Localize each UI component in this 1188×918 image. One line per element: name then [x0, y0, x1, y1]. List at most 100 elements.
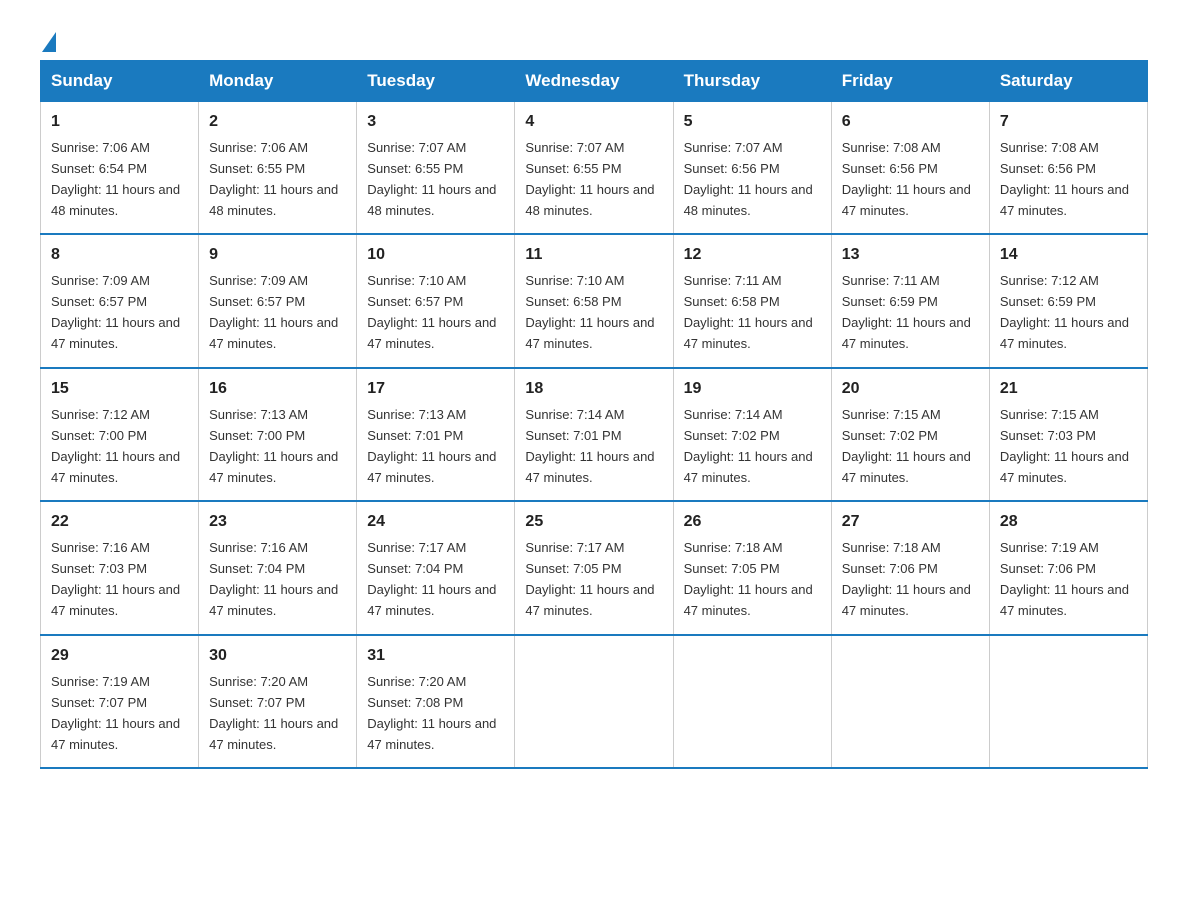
day-number: 11 [525, 243, 662, 268]
day-cell: 28 Sunrise: 7:19 AMSunset: 7:06 PMDayligh… [989, 501, 1147, 634]
day-info: Sunrise: 7:08 AMSunset: 6:56 PMDaylight:… [842, 140, 971, 218]
day-info: Sunrise: 7:14 AMSunset: 7:01 PMDaylight:… [525, 407, 654, 485]
day-number: 18 [525, 377, 662, 402]
day-cell: 26 Sunrise: 7:18 AMSunset: 7:05 PMDayligh… [673, 501, 831, 634]
day-info: Sunrise: 7:09 AMSunset: 6:57 PMDaylight:… [209, 273, 338, 351]
day-number: 15 [51, 377, 188, 402]
day-info: Sunrise: 7:10 AMSunset: 6:58 PMDaylight:… [525, 273, 654, 351]
day-cell [673, 635, 831, 768]
week-row: 22 Sunrise: 7:16 AMSunset: 7:03 PMDayligh… [41, 501, 1148, 634]
day-cell: 8 Sunrise: 7:09 AMSunset: 6:57 PMDaylight… [41, 234, 199, 367]
logo [40, 30, 58, 50]
day-cell: 30 Sunrise: 7:20 AMSunset: 7:07 PMDayligh… [199, 635, 357, 768]
day-info: Sunrise: 7:20 AMSunset: 7:07 PMDaylight:… [209, 674, 338, 752]
day-cell: 29 Sunrise: 7:19 AMSunset: 7:07 PMDayligh… [41, 635, 199, 768]
col-header-wednesday: Wednesday [515, 61, 673, 102]
day-info: Sunrise: 7:15 AMSunset: 7:02 PMDaylight:… [842, 407, 971, 485]
col-header-monday: Monday [199, 61, 357, 102]
day-number: 5 [684, 110, 821, 135]
day-number: 9 [209, 243, 346, 268]
day-cell: 17 Sunrise: 7:13 AMSunset: 7:01 PMDayligh… [357, 368, 515, 501]
day-number: 30 [209, 644, 346, 669]
day-cell: 27Sunrise: 7:18 AMSunset: 7:06 PMDayligh… [831, 501, 989, 634]
day-number: 1 [51, 110, 188, 135]
day-number: 16 [209, 377, 346, 402]
header-row: SundayMondayTuesdayWednesdayThursdayFrid… [41, 61, 1148, 102]
day-number: 10 [367, 243, 504, 268]
day-cell: 15 Sunrise: 7:12 AMSunset: 7:00 PMDayligh… [41, 368, 199, 501]
col-header-friday: Friday [831, 61, 989, 102]
day-info: Sunrise: 7:11 AMSunset: 6:58 PMDaylight:… [684, 273, 813, 351]
day-number: 12 [684, 243, 821, 268]
day-cell: 21Sunrise: 7:15 AMSunset: 7:03 PMDayligh… [989, 368, 1147, 501]
day-number: 7 [1000, 110, 1137, 135]
day-info: Sunrise: 7:17 AMSunset: 7:05 PMDaylight:… [525, 540, 654, 618]
day-cell: 31 Sunrise: 7:20 AMSunset: 7:08 PMDayligh… [357, 635, 515, 768]
day-cell: 20 Sunrise: 7:15 AMSunset: 7:02 PMDayligh… [831, 368, 989, 501]
day-number: 26 [684, 510, 821, 535]
day-cell: 23 Sunrise: 7:16 AMSunset: 7:04 PMDayligh… [199, 501, 357, 634]
day-info: Sunrise: 7:18 AMSunset: 7:05 PMDaylight:… [684, 540, 813, 618]
day-info: Sunrise: 7:12 AMSunset: 7:00 PMDaylight:… [51, 407, 180, 485]
day-info: Sunrise: 7:13 AMSunset: 7:00 PMDaylight:… [209, 407, 338, 485]
day-info: Sunrise: 7:16 AMSunset: 7:04 PMDaylight:… [209, 540, 338, 618]
day-number: 8 [51, 243, 188, 268]
day-number: 2 [209, 110, 346, 135]
day-info: Sunrise: 7:10 AMSunset: 6:57 PMDaylight:… [367, 273, 496, 351]
day-cell [515, 635, 673, 768]
week-row: 1 Sunrise: 7:06 AMSunset: 6:54 PMDaylight… [41, 102, 1148, 235]
week-row: 15 Sunrise: 7:12 AMSunset: 7:00 PMDayligh… [41, 368, 1148, 501]
day-number: 25 [525, 510, 662, 535]
day-cell [831, 635, 989, 768]
day-cell: 9 Sunrise: 7:09 AMSunset: 6:57 PMDaylight… [199, 234, 357, 367]
col-header-saturday: Saturday [989, 61, 1147, 102]
day-info: Sunrise: 7:07 AMSunset: 6:55 PMDaylight:… [367, 140, 496, 218]
day-number: 13 [842, 243, 979, 268]
day-number: 14 [1000, 243, 1137, 268]
day-number: 19 [684, 377, 821, 402]
day-cell [989, 635, 1147, 768]
day-cell: 16 Sunrise: 7:13 AMSunset: 7:00 PMDayligh… [199, 368, 357, 501]
day-cell: 4Sunrise: 7:07 AMSunset: 6:55 PMDaylight… [515, 102, 673, 235]
day-number: 3 [367, 110, 504, 135]
day-info: Sunrise: 7:20 AMSunset: 7:08 PMDaylight:… [367, 674, 496, 752]
day-info: Sunrise: 7:19 AMSunset: 7:06 PMDaylight:… [1000, 540, 1129, 618]
day-number: 23 [209, 510, 346, 535]
day-cell: 18 Sunrise: 7:14 AMSunset: 7:01 PMDayligh… [515, 368, 673, 501]
day-cell: 12 Sunrise: 7:11 AMSunset: 6:58 PMDayligh… [673, 234, 831, 367]
day-info: Sunrise: 7:08 AMSunset: 6:56 PMDaylight:… [1000, 140, 1129, 218]
day-number: 27 [842, 510, 979, 535]
day-info: Sunrise: 7:13 AMSunset: 7:01 PMDaylight:… [367, 407, 496, 485]
day-number: 17 [367, 377, 504, 402]
calendar-table: SundayMondayTuesdayWednesdayThursdayFrid… [40, 60, 1148, 769]
day-cell: 19Sunrise: 7:14 AMSunset: 7:02 PMDayligh… [673, 368, 831, 501]
day-number: 24 [367, 510, 504, 535]
day-number: 22 [51, 510, 188, 535]
day-number: 21 [1000, 377, 1137, 402]
day-info: Sunrise: 7:06 AMSunset: 6:54 PMDaylight:… [51, 140, 180, 218]
day-info: Sunrise: 7:07 AMSunset: 6:56 PMDaylight:… [684, 140, 813, 218]
day-info: Sunrise: 7:12 AMSunset: 6:59 PMDaylight:… [1000, 273, 1129, 351]
day-cell: 13 Sunrise: 7:11 AMSunset: 6:59 PMDayligh… [831, 234, 989, 367]
page-header [40, 30, 1148, 50]
day-cell: 2 Sunrise: 7:06 AMSunset: 6:55 PMDaylight… [199, 102, 357, 235]
logo-triangle-icon [42, 32, 56, 52]
day-number: 31 [367, 644, 504, 669]
day-cell: 1 Sunrise: 7:06 AMSunset: 6:54 PMDaylight… [41, 102, 199, 235]
day-cell: 22 Sunrise: 7:16 AMSunset: 7:03 PMDayligh… [41, 501, 199, 634]
day-info: Sunrise: 7:19 AMSunset: 7:07 PMDaylight:… [51, 674, 180, 752]
col-header-sunday: Sunday [41, 61, 199, 102]
day-number: 28 [1000, 510, 1137, 535]
day-number: 29 [51, 644, 188, 669]
day-cell: 5 Sunrise: 7:07 AMSunset: 6:56 PMDaylight… [673, 102, 831, 235]
col-header-thursday: Thursday [673, 61, 831, 102]
day-info: Sunrise: 7:16 AMSunset: 7:03 PMDaylight:… [51, 540, 180, 618]
day-number: 4 [525, 110, 662, 135]
day-number: 6 [842, 110, 979, 135]
day-info: Sunrise: 7:09 AMSunset: 6:57 PMDaylight:… [51, 273, 180, 351]
col-header-tuesday: Tuesday [357, 61, 515, 102]
day-cell: 3 Sunrise: 7:07 AMSunset: 6:55 PMDaylight… [357, 102, 515, 235]
day-info: Sunrise: 7:11 AMSunset: 6:59 PMDaylight:… [842, 273, 971, 351]
day-number: 20 [842, 377, 979, 402]
day-info: Sunrise: 7:06 AMSunset: 6:55 PMDaylight:… [209, 140, 338, 218]
